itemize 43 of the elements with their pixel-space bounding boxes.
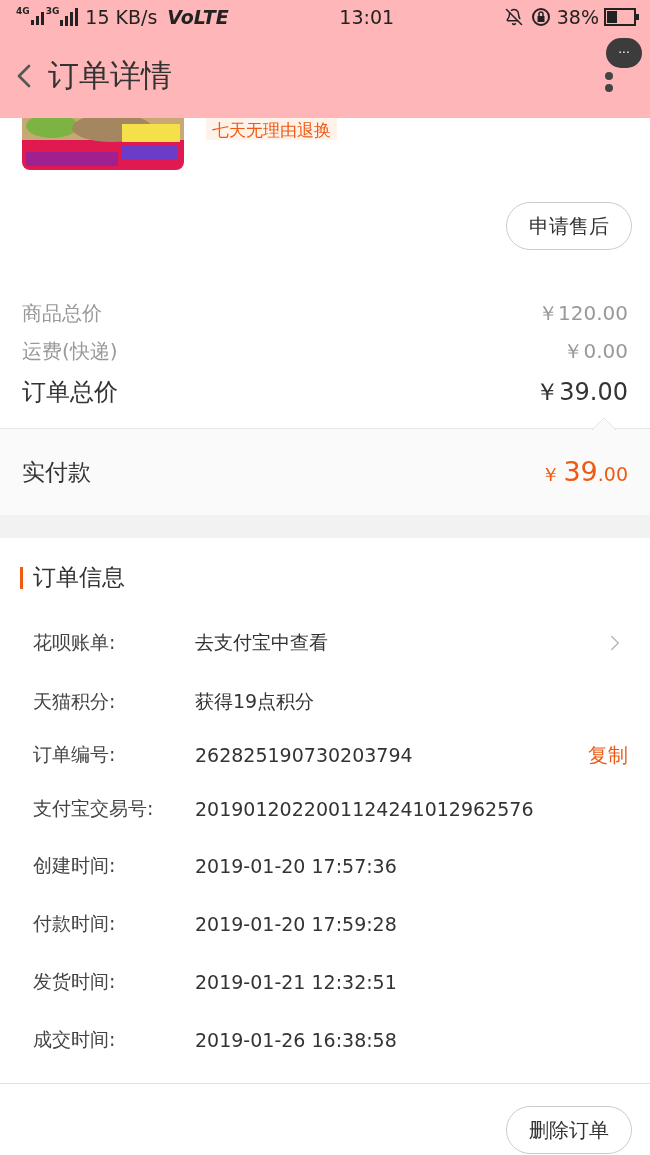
- price-label: 商品总价: [22, 299, 102, 327]
- paid-amount: ￥39.00: [541, 456, 628, 488]
- network-label: 4G: [16, 6, 30, 16]
- info-value[interactable]: 去支付宝中查看: [195, 630, 602, 656]
- paid-label: 实付款: [22, 457, 91, 487]
- price-value: ￥0.00: [563, 337, 628, 365]
- signal-icon: [59, 8, 80, 26]
- page-title: 订单详情: [48, 56, 172, 95]
- delete-order-button[interactable]: 删除订单: [506, 1106, 632, 1154]
- return-policy-tag: 七天无理由退换: [206, 118, 337, 140]
- info-label: 成交时间:: [33, 1027, 117, 1052]
- info-value: 262825190730203794: [195, 744, 414, 766]
- more-bubble[interactable]: ···: [606, 38, 642, 68]
- bell-off-icon: [504, 8, 523, 26]
- info-value: 2019-01-26 16:38:58: [195, 1029, 398, 1051]
- battery-icon: [604, 8, 640, 26]
- price-value: ￥39.00: [535, 377, 628, 408]
- info-label: 天猫积分:: [33, 689, 117, 714]
- rotation-lock-icon: [530, 7, 551, 27]
- price-value: ￥120.00: [538, 299, 628, 327]
- info-label: 花呗账单:: [33, 630, 117, 655]
- info-label: 发货时间:: [33, 969, 117, 994]
- info-label: 订单编号:: [33, 742, 117, 767]
- info-label: 支付宝交易号:: [33, 796, 155, 821]
- network-speed: 15 KB/s: [85, 6, 158, 28]
- info-value: 2019-01-21 12:32:51: [195, 971, 398, 993]
- after-sale-button[interactable]: 申请售后: [506, 202, 632, 250]
- section-title: 订单信息: [33, 563, 125, 592]
- price-label: 运费(快递): [22, 337, 118, 365]
- battery-percent: 38%: [556, 6, 599, 28]
- more-icon[interactable]: [604, 72, 614, 92]
- clock: 13:01: [338, 6, 396, 28]
- info-value: 2019012022001124241012962576: [195, 798, 535, 820]
- info-value: 获得19点积分: [195, 689, 316, 714]
- info-label: 创建时间:: [33, 853, 117, 878]
- info-label: 付款时间:: [33, 911, 117, 936]
- signal-icon: [29, 9, 46, 25]
- network-label: 3G: [45, 6, 60, 16]
- volte-label: VoLTE: [167, 6, 229, 28]
- info-value: 2019-01-20 17:59:28: [195, 913, 398, 935]
- price-label: 订单总价: [22, 377, 118, 408]
- copy-button[interactable]: 复制: [588, 741, 628, 769]
- info-value: 2019-01-20 17:57:36: [195, 855, 398, 877]
